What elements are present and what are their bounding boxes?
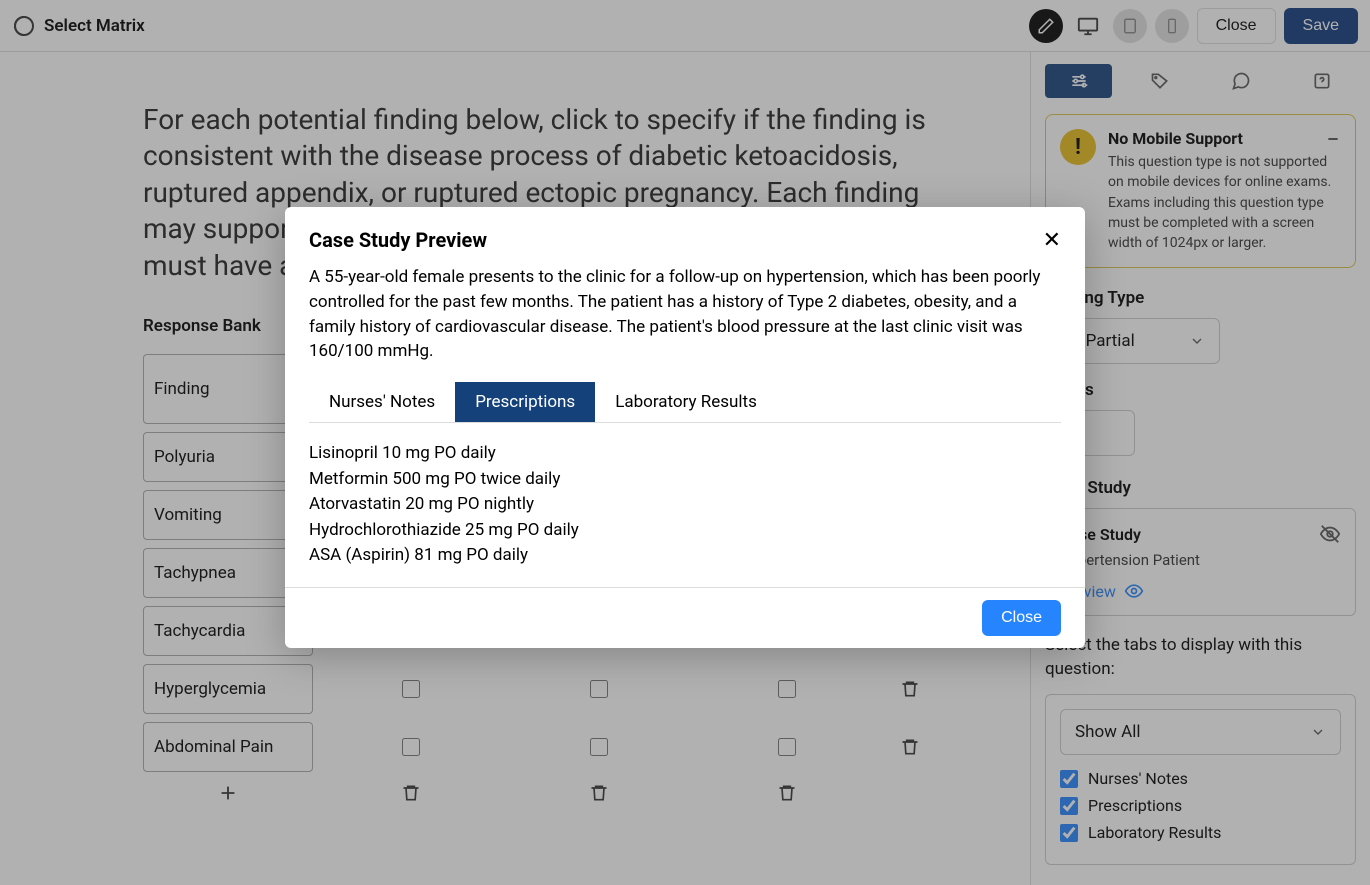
modal-tab[interactable]: Prescriptions <box>455 382 595 422</box>
modal-tab[interactable]: Laboratory Results <box>595 382 777 422</box>
modal-tab[interactable]: Nurses' Notes <box>309 382 455 422</box>
modal-title: Case Study Preview <box>309 228 487 252</box>
close-icon[interactable]: ✕ <box>1043 227 1061 253</box>
modal-description: A 55-year-old female presents to the cli… <box>309 265 1061 364</box>
modal-tab-content: Lisinopril 10 mg PO daily Metformin 500 … <box>309 441 1061 569</box>
modal-close-button[interactable]: Close <box>982 600 1061 636</box>
case-study-preview-modal: Case Study Preview ✕ A 55-year-old femal… <box>285 207 1085 647</box>
